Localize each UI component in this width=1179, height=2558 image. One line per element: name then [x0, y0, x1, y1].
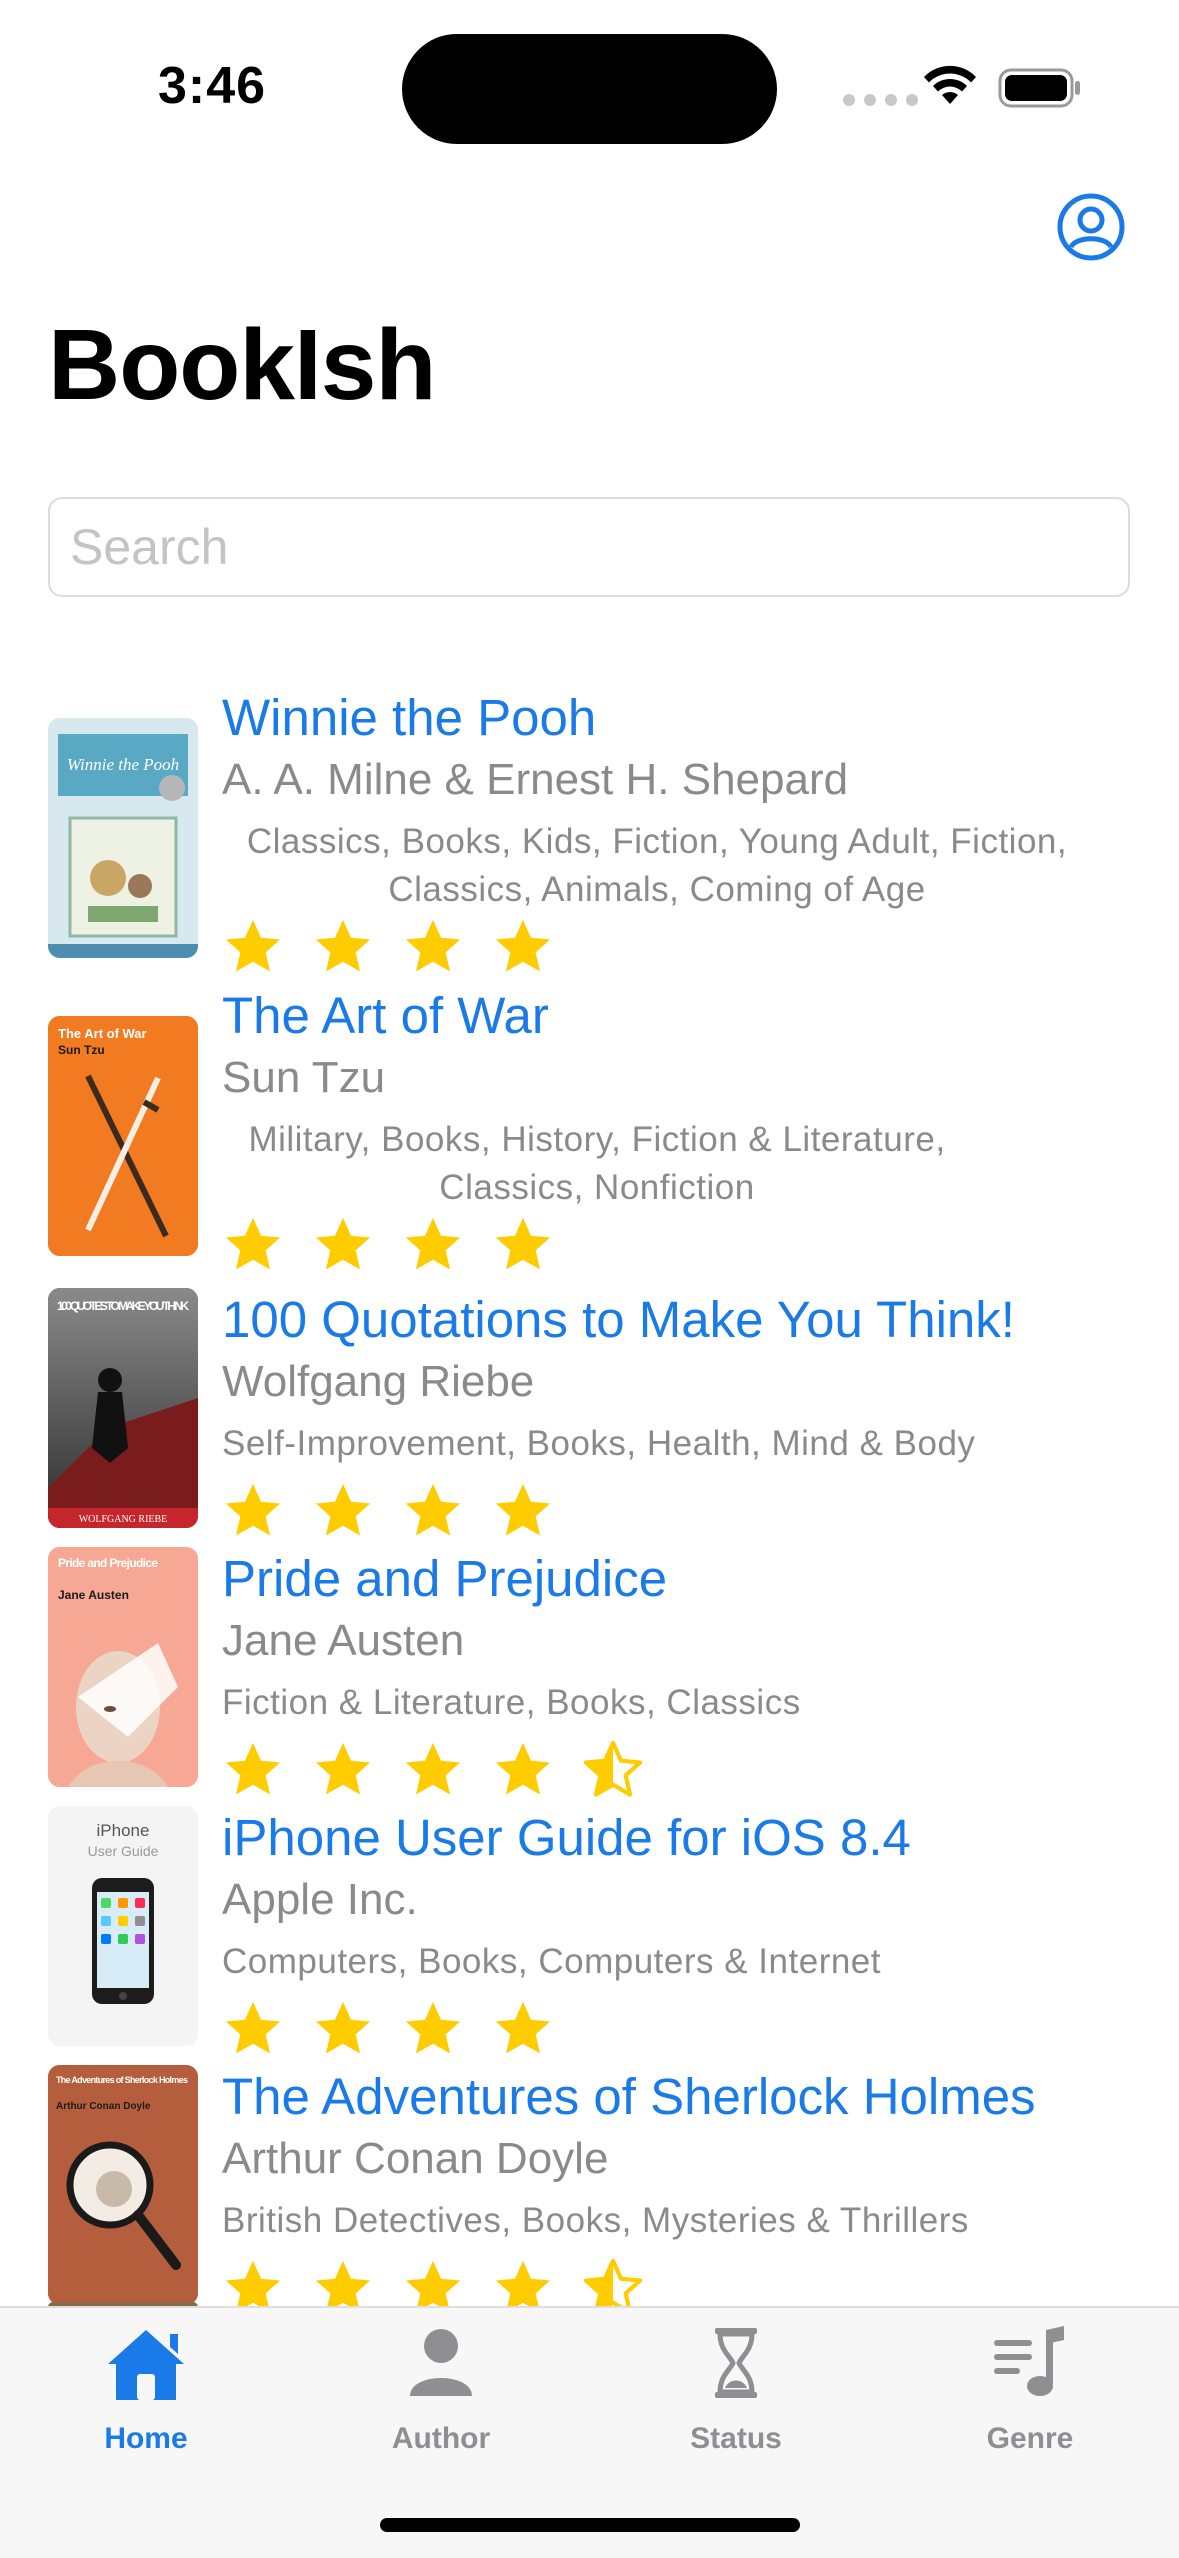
star-icon [225, 919, 281, 972]
page-title: BookIsh [48, 309, 436, 421]
star-icon [405, 2001, 461, 2054]
cover-title: The Adventures of Sherlock Holmes [56, 2075, 188, 2085]
star-icon [405, 1217, 461, 1270]
cover-subtitle: User Guide [88, 1843, 159, 1859]
home-indicator[interactable] [380, 2518, 800, 2532]
cover-author: Sun Tzu [58, 1043, 105, 1057]
half-star-icon [583, 1740, 643, 1797]
book-cover: The Adventures of Sherlock Holmes Arthur… [48, 2065, 198, 2305]
cover-title: iPhone [97, 1821, 150, 1840]
star-rating [222, 1739, 644, 1801]
book-genres: Computers, Books, Computers & Internet [222, 1942, 881, 1981]
cover-author: WOLFGANG RIEBE [79, 1514, 168, 1525]
star-icon [315, 1483, 371, 1536]
book-author: Arthur Conan Doyle [222, 2134, 609, 2183]
tab-home[interactable]: Home [46, 2308, 246, 2488]
star-icon [315, 1217, 371, 1270]
star-icon [225, 1742, 281, 1795]
book-cover: Winnie the Pooh [48, 718, 198, 958]
cellular-signal-icon [843, 94, 918, 106]
half-star-icon [583, 2258, 643, 2306]
book-cover: Pride and Prejudice Jane Austen [48, 1547, 198, 1787]
cover-title: 100 QUOTES TO MAKE YOU THINK [57, 1299, 189, 1313]
dynamic-island [402, 34, 777, 144]
book-title: Winnie the Pooh [222, 689, 597, 746]
battery-icon [998, 68, 1080, 108]
star-icon [495, 1483, 551, 1536]
star-icon [315, 2001, 371, 2054]
book-cover: 100 QUOTES TO MAKE YOU THINK WOLFGANG RI… [48, 1288, 198, 1528]
person-icon [410, 2329, 472, 2396]
status-bar: 3:46 [0, 0, 1179, 150]
book-author: Apple Inc. [222, 1875, 418, 1924]
star-icon [495, 919, 551, 972]
star-icon [405, 1742, 461, 1795]
cover-title: Winnie the Pooh [67, 755, 179, 774]
cover-author: Arthur Conan Doyle [56, 2101, 151, 2112]
wifi-icon [924, 65, 976, 104]
book-title: Pride and Prejudice [222, 1550, 668, 1607]
star-icon [495, 1742, 551, 1795]
cover-title: The Art of War [58, 1026, 147, 1041]
star-rating [222, 1214, 554, 1276]
book-title: 100 Quotations to Make You Think! [222, 1291, 1015, 1348]
book-title: The Art of War [222, 987, 549, 1044]
tab-label: Home [104, 2422, 188, 2455]
star-rating [222, 1998, 554, 2060]
music-list-icon [994, 2326, 1064, 2396]
book-genres: Fiction & Literature, Books, Classics [222, 1683, 801, 1722]
tab-status[interactable]: Status [636, 2308, 836, 2488]
book-author: Sun Tzu [222, 1053, 386, 1102]
star-icon [405, 919, 461, 972]
tab-label: Genre [986, 2422, 1074, 2455]
star-rating [222, 2257, 644, 2306]
book-author: A. A. Milne & Ernest H. Shepard [222, 755, 849, 804]
star-icon [315, 919, 371, 972]
star-icon [495, 2001, 551, 2054]
book-cover: iPhone User Guide [48, 1806, 198, 2046]
tab-label: Author [391, 2422, 491, 2455]
book-genres: British Detectives, Books, Mysteries & T… [222, 2201, 969, 2240]
star-icon [315, 1742, 371, 1795]
star-icon [225, 2260, 281, 2306]
star-icon [225, 2001, 281, 2054]
tab-label: Status [690, 2422, 782, 2455]
star-icon [315, 2260, 371, 2306]
book-author: Wolfgang Riebe [222, 1357, 535, 1406]
profile-icon[interactable] [1056, 192, 1126, 262]
book-author: Jane Austen [222, 1616, 465, 1665]
tab-genre[interactable]: Genre [930, 2308, 1130, 2488]
cover-author: Jane Austen [58, 1588, 129, 1602]
book-title: iPhone User Guide for iOS 8.4 [222, 1809, 911, 1866]
book-list[interactable]: Winnie the Pooh Winnie the Pooh A. A. Mi… [0, 660, 1179, 2306]
star-rating [222, 1480, 554, 1542]
status-time: 3:46 [158, 57, 267, 115]
star-icon [405, 2260, 461, 2306]
star-icon [495, 2260, 551, 2306]
star-icon [495, 1217, 551, 1270]
book-genres: Military, Books, History, Fiction & Lite… [248, 1120, 946, 1207]
hourglass-icon [715, 2328, 757, 2398]
star-rating [222, 916, 554, 978]
cover-title: Pride and Prejudice [58, 1556, 158, 1570]
star-icon [405, 1483, 461, 1536]
book-genres: Classics, Books, Kids, Fiction, Young Ad… [246, 822, 1068, 909]
book-cover: The Art of War Sun Tzu [48, 1016, 198, 1256]
search-input[interactable] [48, 497, 1130, 597]
tab-author[interactable]: Author [341, 2308, 541, 2488]
book-genres: Self-Improvement, Books, Health, Mind & … [222, 1424, 976, 1463]
book-title: The Adventures of Sherlock Holmes [222, 2068, 1036, 2125]
star-icon [225, 1483, 281, 1536]
star-icon [225, 1217, 281, 1270]
house-icon [108, 2330, 184, 2400]
